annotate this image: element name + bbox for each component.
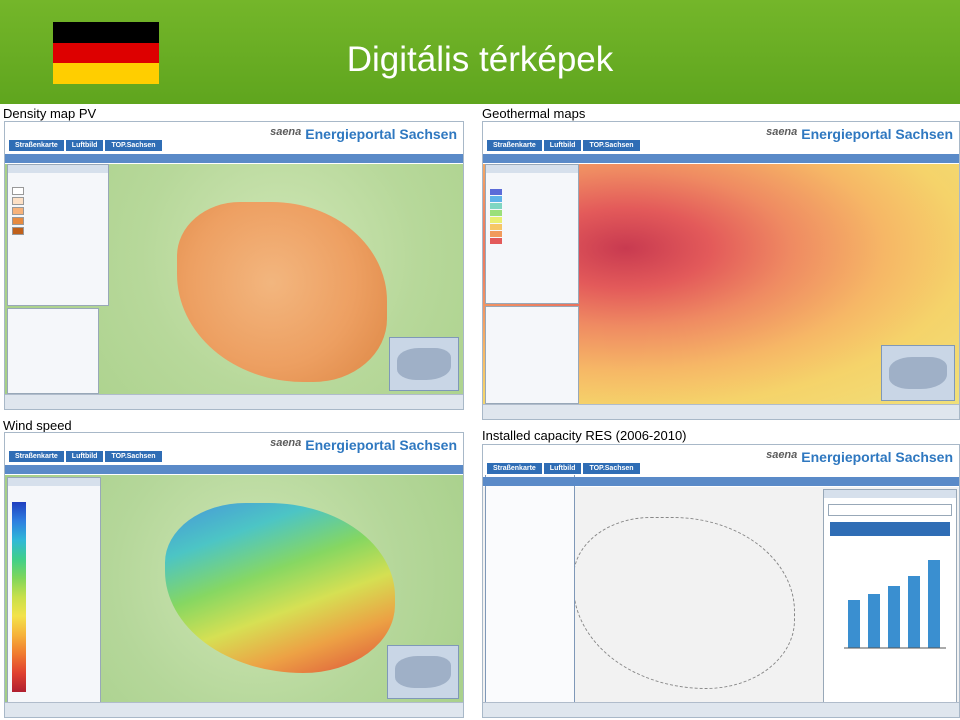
legend-header [8,478,100,486]
welcome-window[interactable] [485,459,575,715]
app-header: Straßenkarte Luftbild TOP.Sachsen saena … [5,122,463,152]
screenshot-geothermal: Straßenkarte Luftbild TOP.Sachsen saena … [482,121,960,420]
status-bar [483,702,959,717]
legend-panel [7,164,109,306]
tab-top-sachsen[interactable]: TOP.Sachsen [583,140,640,151]
map-tabs: Straßenkarte Luftbild TOP.Sachsen [487,463,640,474]
screenshot-installed-capacity: Straßenkarte Luftbild TOP.Sachsen saena … [482,444,960,718]
tab-strassenkarte[interactable]: Straßenkarte [487,463,542,474]
panel-label-wind: Wind speed [3,418,72,433]
overview-shape [396,348,452,380]
toolbar [5,465,463,474]
saena-logo: saena [270,126,302,138]
legend-swatch-4 [490,210,502,216]
portal-title: Energieportal Sachsen [801,126,953,142]
statistics-panel [823,489,957,705]
toolbar [483,477,959,486]
brand-logo: saena Energieportal Sachsen [270,437,457,453]
tab-luftbild[interactable]: Luftbild [543,463,582,474]
app-header: Straßenkarte Luftbild TOP.Sachsen saena … [483,445,959,475]
map-tabs: Straßenkarte Luftbild TOP.Sachsen [487,140,640,151]
status-bar [483,404,959,419]
title-bar: Digitális térképek [0,0,960,104]
map-tabs: Straßenkarte Luftbild TOP.Sachsen [9,140,162,151]
legend-swatch-4 [12,217,24,225]
overview-shape [395,656,451,688]
tab-top-sachsen[interactable]: TOP.Sachsen [583,463,640,474]
page-title: Digitális térképek [346,40,614,79]
wind-legend-ramp [12,502,26,692]
capacity-chart [844,560,946,649]
chart-bar [848,600,860,648]
tab-luftbild[interactable]: Luftbild [543,140,582,151]
saxony-wind-overlay [165,503,395,673]
status-bar [5,394,463,409]
brand-logo: saena Energieportal Sachsen [766,126,953,142]
chart-bar [908,576,920,648]
legend-swatch-5 [490,217,502,223]
portal-title: Energieportal Sachsen [801,449,953,465]
tab-strassenkarte[interactable]: Straßenkarte [487,140,542,151]
saxony-pv-overlay [177,202,387,382]
legend-panel [7,477,101,707]
saena-logo: saena [270,437,302,449]
legend-swatch-7 [490,231,502,237]
tab-strassenkarte[interactable]: Straßenkarte [9,140,64,151]
legend-panel [485,164,579,304]
chart-bar [868,594,880,648]
tab-strassenkarte[interactable]: Straßenkarte [9,451,64,462]
layers-panel [7,308,99,394]
panel-label-pv: Density map PV [3,106,97,121]
chart-bar [888,586,900,648]
legend-swatch-5 [12,227,24,235]
legend-header [8,165,108,173]
legend-swatch-3 [12,207,24,215]
overview-map[interactable] [387,645,459,699]
tab-luftbild[interactable]: Luftbild [65,451,104,462]
screenshot-pv-density: Straßenkarte Luftbild TOP.Sachsen saena … [4,121,464,410]
layers-panel [485,306,579,404]
legend-header [486,165,578,173]
legend-swatch-1 [490,189,502,195]
app-header: Straßenkarte Luftbild TOP.Sachsen saena … [483,122,959,152]
toolbar [5,154,463,163]
brand-logo: saena Energieportal Sachsen [270,126,457,142]
panel-label-res: Installed capacity RES (2006-2010) [482,428,687,443]
chart-bar [928,560,940,648]
panel-label-geothermal: Geothermal maps [482,106,586,121]
overview-map[interactable] [389,337,459,391]
status-bar [5,702,463,717]
portal-title: Energieportal Sachsen [305,437,457,453]
legend-swatch-8 [490,238,502,244]
legend-swatch-6 [490,224,502,230]
legend-swatch-1 [12,187,24,195]
portal-title: Energieportal Sachsen [305,126,457,142]
map-tabs: Straßenkarte Luftbild TOP.Sachsen [9,451,162,462]
tab-top-sachsen[interactable]: TOP.Sachsen [105,451,162,462]
saena-logo: saena [766,126,798,138]
legend-swatch-2 [12,197,24,205]
saena-logo: saena [766,449,798,461]
legend-swatch-3 [490,203,502,209]
capacity-chart-header [830,522,950,536]
saxony-districts-outline [573,517,795,689]
overview-map[interactable] [881,345,955,401]
toolbar [483,154,959,163]
overview-shape [889,356,947,390]
tab-top-sachsen[interactable]: TOP.Sachsen [105,140,162,151]
brand-logo: saena Energieportal Sachsen [766,449,953,465]
legend-swatch-2 [490,196,502,202]
app-header: Straßenkarte Luftbild TOP.Sachsen saena … [5,433,463,463]
statistics-header [824,490,956,498]
tab-luftbild[interactable]: Luftbild [65,140,104,151]
screenshot-wind-speed: Straßenkarte Luftbild TOP.Sachsen saena … [4,432,464,718]
statistics-dropdown[interactable] [828,504,952,516]
